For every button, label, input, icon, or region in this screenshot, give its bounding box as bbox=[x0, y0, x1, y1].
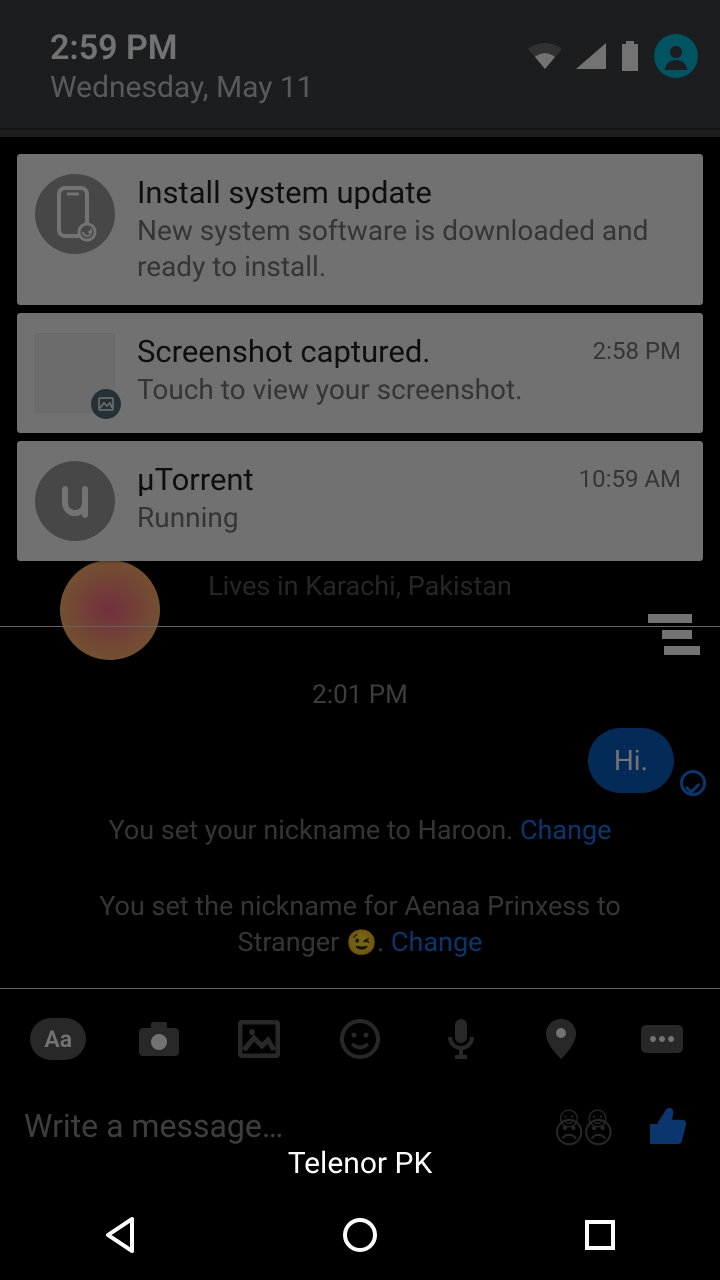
notification-title: Screenshot captured. bbox=[137, 333, 583, 370]
recent-apps-button[interactable] bbox=[540, 1208, 660, 1262]
back-button[interactable] bbox=[60, 1208, 180, 1262]
notification-subtitle: New system software is downloaded and re… bbox=[137, 213, 681, 285]
more-button[interactable] bbox=[634, 1011, 690, 1067]
utorrent-icon bbox=[35, 461, 115, 541]
emoji-button[interactable] bbox=[332, 1011, 388, 1067]
battery-icon bbox=[620, 41, 640, 71]
image-badge-icon bbox=[91, 389, 121, 419]
notification-screenshot[interactable]: Screenshot captured. Touch to view your … bbox=[17, 313, 703, 433]
profile-icon[interactable] bbox=[654, 34, 698, 78]
notification-utorrent[interactable]: µTorrent Running 10:59 AM bbox=[17, 441, 703, 561]
camera-button[interactable] bbox=[131, 1011, 187, 1067]
sticker-picker-button[interactable]: ☺☺☹☹ bbox=[553, 1110, 612, 1142]
status-icons bbox=[528, 34, 698, 78]
divider bbox=[0, 988, 720, 989]
carrier-label: Telenor PK bbox=[0, 1146, 720, 1181]
voice-button[interactable] bbox=[433, 1011, 489, 1067]
cell-signal-icon bbox=[576, 43, 606, 69]
gallery-button[interactable] bbox=[231, 1011, 287, 1067]
location-button[interactable] bbox=[533, 1011, 589, 1067]
message-input[interactable]: Write a message… bbox=[24, 1107, 553, 1145]
system-message-nickname-other: You set the nickname for Aenaa Prinxess … bbox=[60, 888, 660, 961]
contact-location: Lives in Karachi, Pakistan bbox=[0, 570, 720, 602]
android-navbar bbox=[0, 1190, 720, 1280]
notification-time: 10:59 AM bbox=[579, 461, 681, 493]
notification-system-update[interactable]: Install system update New system softwar… bbox=[17, 154, 703, 305]
wifi-icon bbox=[528, 43, 562, 69]
notification-subtitle: Touch to view your screenshot. bbox=[137, 372, 583, 408]
text-style-button[interactable]: Aa bbox=[30, 1011, 86, 1067]
notification-title: Install system update bbox=[137, 174, 681, 211]
change-nickname-link[interactable]: Change bbox=[520, 814, 612, 846]
notification-shade-header[interactable]: 2:59 PM Wednesday, May 11 bbox=[0, 0, 720, 130]
notification-time: 2:58 PM bbox=[593, 333, 681, 365]
compose-toolbar: Aa bbox=[0, 1000, 720, 1078]
screenshot-thumbnail bbox=[35, 333, 115, 413]
chat-options-icon[interactable] bbox=[648, 614, 692, 655]
chat-timestamp: 2:01 PM bbox=[0, 680, 720, 710]
notification-title: µTorrent bbox=[137, 461, 569, 498]
system-update-icon bbox=[35, 174, 115, 254]
home-button[interactable] bbox=[300, 1208, 420, 1262]
outgoing-message[interactable]: Hi. bbox=[588, 728, 674, 793]
change-other-nickname-link[interactable]: Change bbox=[391, 926, 483, 958]
system-message-nickname-self: You set your nickname to Haroon. Change bbox=[0, 814, 720, 846]
divider bbox=[0, 626, 720, 627]
sent-indicator-icon bbox=[680, 770, 706, 796]
notification-subtitle: Running bbox=[137, 500, 569, 536]
notification-list: Install system update New system softwar… bbox=[17, 154, 703, 569]
